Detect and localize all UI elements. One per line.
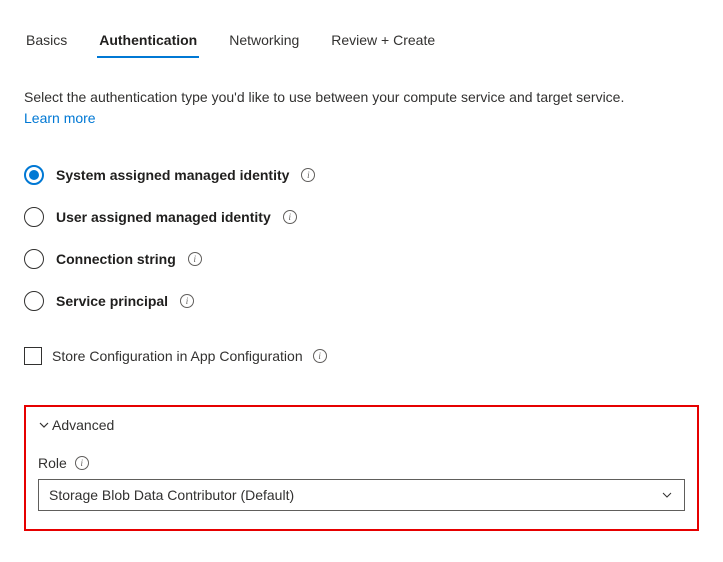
- info-icon[interactable]: [301, 168, 315, 182]
- description-text: Select the authentication type you'd lik…: [24, 87, 664, 129]
- tab-review-create[interactable]: Review + Create: [329, 24, 437, 58]
- advanced-label: Advanced: [52, 417, 114, 433]
- chevron-down-icon: [660, 488, 674, 502]
- learn-more-link[interactable]: Learn more: [24, 110, 96, 126]
- role-dropdown[interactable]: Storage Blob Data Contributor (Default): [38, 479, 685, 511]
- store-config-label: Store Configuration in App Configuration: [52, 348, 303, 364]
- radio-system-assigned[interactable]: [24, 165, 44, 185]
- radio-label-service-principal: Service principal: [56, 293, 168, 309]
- radio-row-service-principal: Service principal: [24, 291, 699, 311]
- radio-label-connection-string: Connection string: [56, 251, 176, 267]
- radio-service-principal[interactable]: [24, 291, 44, 311]
- auth-type-radio-group: System assigned managed identity User as…: [24, 165, 699, 311]
- role-label-text: Role: [38, 455, 67, 471]
- description-body: Select the authentication type you'd lik…: [24, 89, 624, 105]
- role-dropdown-value: Storage Blob Data Contributor (Default): [49, 487, 294, 503]
- info-icon[interactable]: [283, 210, 297, 224]
- radio-user-assigned[interactable]: [24, 207, 44, 227]
- tab-bar: Basics Authentication Networking Review …: [24, 24, 699, 59]
- radio-label-system: System assigned managed identity: [56, 167, 289, 183]
- radio-row-user: User assigned managed identity: [24, 207, 699, 227]
- info-icon[interactable]: [313, 349, 327, 363]
- radio-row-system: System assigned managed identity: [24, 165, 699, 185]
- radio-connection-string[interactable]: [24, 249, 44, 269]
- info-icon[interactable]: [188, 252, 202, 266]
- advanced-section: Advanced Role Storage Blob Data Contribu…: [24, 405, 699, 531]
- tab-networking[interactable]: Networking: [227, 24, 301, 58]
- radio-row-connection-string: Connection string: [24, 249, 699, 269]
- info-icon[interactable]: [180, 294, 194, 308]
- advanced-toggle[interactable]: Advanced: [38, 417, 685, 433]
- store-config-checkbox[interactable]: [24, 347, 42, 365]
- radio-label-user: User assigned managed identity: [56, 209, 271, 225]
- chevron-down-icon: [38, 419, 50, 431]
- tab-authentication[interactable]: Authentication: [97, 24, 199, 58]
- role-field-label: Role: [38, 455, 685, 471]
- info-icon[interactable]: [75, 456, 89, 470]
- tab-basics[interactable]: Basics: [24, 24, 69, 58]
- store-config-row: Store Configuration in App Configuration: [24, 347, 699, 365]
